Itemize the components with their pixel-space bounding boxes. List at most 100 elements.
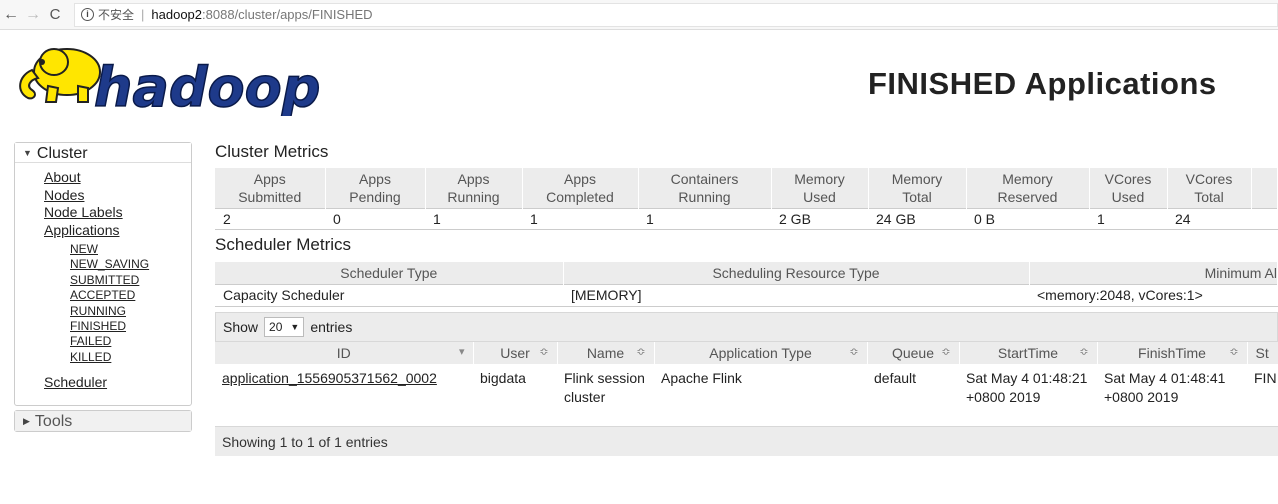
metric-value: 24 GB [868, 208, 966, 230]
caret-down-icon: ▼ [23, 148, 32, 158]
metric-header: Memory Used [771, 168, 869, 209]
show-label: Show [223, 319, 259, 335]
metric-header-overflow [1251, 168, 1278, 209]
url-host: hadoop2 [151, 7, 203, 22]
metric-value-overflow [1251, 208, 1278, 230]
scheduler-header: Scheduling Resource Type [563, 262, 1030, 284]
sidebar-state-submitted[interactable]: SUBMITTED [70, 273, 191, 288]
metric-header: Containers Running [638, 168, 772, 209]
sidebar-tools-panel[interactable]: ▶ Tools [14, 410, 192, 432]
sidebar-state-finished[interactable]: FINISHED [70, 319, 191, 334]
column-header-user[interactable]: User ≎ [473, 342, 558, 364]
metric-header: Memory Reserved [966, 168, 1090, 209]
sort-icon: ≎ [849, 346, 859, 358]
cluster-metrics-table: Apps Submitted Apps Pending Apps Running Ap… [215, 168, 1278, 230]
address-separator: | [141, 7, 145, 22]
metric-header: Apps Submitted [215, 168, 326, 209]
metric-value: 1 [522, 208, 638, 230]
app-state-cell: FIN [1254, 370, 1277, 386]
sidebar-cluster-label: Cluster [36, 145, 88, 162]
caret-right-icon: ▶ [23, 416, 30, 426]
app-type-cell: Apache Flink [661, 370, 742, 386]
column-header-application-type[interactable]: Application Type ≎ [654, 342, 868, 364]
metric-header: Memory Total [868, 168, 967, 209]
scheduler-value: [MEMORY] [563, 283, 1029, 307]
browser-toolbar: ← → C i 不安全 | hadoop2:8088/cluster/apps/… [0, 0, 1278, 30]
scheduler-value: Capacity Scheduler [215, 283, 563, 307]
sort-icon: ≎ [636, 346, 646, 358]
scheduler-row: Capacity Scheduler [MEMORY] <memory:2048… [215, 283, 1278, 307]
sidebar-state-failed[interactable]: FAILED [70, 334, 191, 349]
metric-value: 1 [425, 208, 522, 230]
metrics-row: 2 0 1 1 1 2 GB 24 GB 0 B 1 24 [215, 208, 1278, 230]
metric-header: Apps Completed [522, 168, 639, 209]
sidebar-links: About Nodes Node Labels Applications NEW… [15, 163, 191, 392]
sidebar-tools-header[interactable]: ▶ Tools [15, 411, 191, 431]
applications-table: ID ▾ User ≎ Name ≎ Application Type ≎ Queue ≎… [215, 342, 1278, 426]
sidebar-state-new-saving[interactable]: NEW_SAVING [70, 257, 191, 272]
column-header-starttime[interactable]: StartTime ≎ [959, 342, 1098, 364]
hadoop-logo: hadoop [12, 40, 332, 120]
column-header-finishtime[interactable]: FinishTime ≎ [1097, 342, 1248, 364]
table-info: Showing 1 to 1 of 1 entries [215, 426, 1278, 456]
metric-header: Apps Pending [325, 168, 426, 209]
metric-value: 0 [325, 208, 425, 230]
sort-icon: ≎ [1229, 346, 1239, 358]
app-starttime-cell: Sat May 4 01:48:21 +0800 2019 [966, 370, 1088, 405]
metric-header: Apps Running [425, 168, 523, 209]
back-button[interactable]: ← [0, 6, 22, 24]
app-id-link[interactable]: application_1556905371562_0002 [222, 370, 437, 386]
entries-select-value: 20 [269, 320, 283, 334]
sidebar-tools-label: Tools [34, 413, 73, 430]
sidebar-state-killed[interactable]: KILLED [70, 350, 191, 365]
app-queue-cell: default [874, 370, 917, 386]
sidebar-link-scheduler[interactable]: Scheduler [44, 374, 191, 392]
sort-icon: ≎ [539, 346, 549, 358]
address-bar[interactable]: i 不安全 | hadoop2:8088/cluster/apps/FINISH… [74, 2, 1278, 27]
scheduler-value: <memory:2048, vCores:1> [1029, 283, 1278, 307]
sidebar-state-running[interactable]: RUNNING [70, 304, 191, 319]
sidebar-cluster-header[interactable]: ▼ Cluster [15, 143, 191, 163]
apps-length-control: Show 20 ▼ entries [215, 312, 1278, 342]
metric-value: 2 GB [771, 208, 868, 230]
table-row: application_1556905371562_0002 bigdata F… [215, 364, 1278, 426]
app-finishtime-cell: Sat May 4 01:48:41 +0800 2019 [1104, 370, 1226, 405]
forward-button[interactable]: → [22, 6, 44, 24]
sidebar-link-about[interactable]: About [44, 169, 191, 187]
select-caret-icon: ▼ [290, 322, 300, 332]
sidebar-state-new[interactable]: NEW [70, 242, 191, 257]
page-title: FINISHED Applications [868, 66, 1217, 101]
app-name-cell: Flink session cluster [564, 370, 645, 405]
sidebar-state-accepted[interactable]: ACCEPTED [70, 288, 191, 303]
metric-value: 1 [638, 208, 771, 230]
security-status: 不安全 [98, 8, 135, 22]
sidebar-cluster-panel: ▼ Cluster About Nodes Node Labels Applica… [14, 142, 192, 406]
column-header-queue[interactable]: Queue ≎ [867, 342, 960, 364]
scheduler-header: Scheduler Type [215, 262, 564, 284]
app-id-cell: application_1556905371562_0002 [215, 364, 473, 426]
sidebar-link-node-labels[interactable]: Node Labels [44, 204, 191, 222]
metric-value: 0 B [966, 208, 1089, 230]
logo-wordmark: hadoop [94, 56, 320, 116]
app-user-cell: bigdata [480, 370, 526, 386]
sort-icon: ≎ [941, 346, 951, 358]
metric-header: VCores Used [1089, 168, 1168, 209]
entries-select[interactable]: 20 ▼ [264, 317, 305, 337]
hadoop-elephant-logo-icon: hadoop [19, 48, 321, 120]
sidebar-link-nodes[interactable]: Nodes [44, 187, 191, 205]
sidebar-link-applications[interactable]: Applications [44, 222, 191, 240]
scheduler-metrics-table: Scheduler Type Scheduling Resource Type … [215, 262, 1278, 307]
column-header-state[interactable]: St [1247, 342, 1278, 364]
column-header-name[interactable]: Name ≎ [557, 342, 655, 364]
scheduler-metrics-title: Scheduler Metrics [215, 235, 352, 254]
metric-value: 2 [215, 208, 325, 230]
applications-panel: Show 20 ▼ entries ID ▾ User ≎ Name ≎ Applica… [215, 312, 1278, 458]
metric-value: 24 [1167, 208, 1251, 230]
reload-button[interactable]: C [44, 6, 66, 23]
column-header-id[interactable]: ID ▾ [215, 342, 474, 364]
scheduler-header: Minimum Al [1029, 262, 1278, 284]
cluster-metrics-title: Cluster Metrics [215, 142, 329, 161]
sort-icon: ≎ [1079, 346, 1089, 358]
info-icon[interactable]: i [81, 8, 94, 21]
metric-header: VCores Total [1167, 168, 1252, 209]
